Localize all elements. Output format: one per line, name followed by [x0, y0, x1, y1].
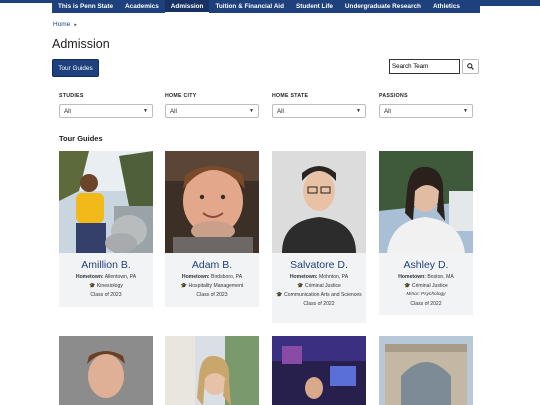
studies-select[interactable]: All ▼ — [59, 104, 153, 118]
graduation-cap-icon: 🎓 — [276, 292, 283, 298]
guide-class-year: Class of 2022 — [303, 301, 335, 307]
search-input[interactable] — [389, 59, 460, 74]
graduation-cap-icon: 🎓 — [180, 283, 188, 289]
guide-class-year: Class of 2023 — [90, 292, 122, 298]
guide-name: Adam B. — [191, 259, 233, 271]
guide-hometown: Hometown: Birdsboro, PA — [165, 274, 259, 280]
nav-item-tuition[interactable]: Tuition & Financial Aid — [209, 0, 290, 13]
guide-photo[interactable] — [59, 336, 153, 405]
hometown-value: Boston, MA — [427, 274, 454, 280]
main-navigation: This is Penn State Academics Admission T… — [52, 0, 480, 13]
select-value: All — [170, 107, 177, 115]
search-button[interactable] — [462, 59, 479, 74]
hometown-label: Hometown: — [181, 274, 210, 280]
guide-major: 🎓 Kinesiology — [59, 283, 153, 289]
filter-label: PASSIONS — [379, 93, 408, 99]
guide-second-major: 🎓 Communication Arts and Sciences — [272, 292, 366, 298]
guide-class-year: Class of 2023 — [196, 292, 228, 298]
home-state-select[interactable]: All ▼ — [272, 104, 366, 118]
chevron-down-icon: ▼ — [356, 108, 361, 114]
chevron-down-icon: ▼ — [143, 108, 148, 114]
guide-photo — [379, 151, 473, 253]
breadcrumb-separator: ▸ — [74, 21, 77, 28]
select-value: All — [277, 107, 284, 115]
filter-label: HOME CITY — [165, 93, 197, 99]
graduation-cap-icon: 🎓 — [404, 283, 411, 289]
guide-photo — [272, 151, 366, 253]
nav-item-academics[interactable]: Academics — [119, 0, 165, 13]
guide-name: Amillion B. — [81, 259, 131, 271]
hometown-label: Hometown: — [75, 274, 104, 280]
chevron-down-icon: ▼ — [463, 108, 468, 114]
guide-major: 🎓 Criminal Justice — [272, 283, 366, 289]
guide-photo[interactable] — [165, 336, 259, 405]
filter-studies: STUDIES All ▼ — [59, 93, 153, 118]
guide-hometown: Hometown: Mohnton, PA — [272, 274, 366, 280]
filter-label: STUDIES — [59, 93, 84, 99]
guide-card[interactable]: Amillion B. Hometown: Allentown, PA 🎓 Ki… — [59, 151, 153, 307]
guide-photo[interactable] — [272, 336, 366, 405]
guide-photo — [59, 151, 153, 253]
graduation-cap-icon: 🎓 — [89, 283, 96, 289]
nav-item-admission[interactable]: Admission — [164, 0, 210, 13]
guide-minor: Minor: Psychology — [406, 292, 446, 297]
hometown-label: Hometown: — [289, 274, 318, 280]
guide-name: Ashley D. — [403, 259, 449, 271]
nav-item-undergraduate-research[interactable]: Undergraduate Research — [339, 0, 427, 13]
guide-hometown: Hometown: Allentown, PA — [59, 274, 153, 280]
chevron-down-icon: ▼ — [249, 108, 254, 114]
guide-hometown: Hometown: Boston, MA — [379, 274, 473, 280]
breadcrumb: Home ▸ — [53, 21, 77, 28]
guide-card[interactable]: Ashley D. Hometown: Boston, MA 🎓 Crimina… — [379, 151, 473, 315]
graduation-cap-icon: 🎓 — [297, 283, 304, 289]
guide-card[interactable]: Adam B. Hometown: Birdsboro, PA 🎓 Hospit… — [165, 151, 259, 307]
section-title: Tour Guides — [59, 134, 103, 143]
tour-guides-button[interactable]: Tour Guides — [52, 59, 99, 77]
nav-item-athletics[interactable]: Athletics — [427, 0, 466, 13]
select-value: All — [64, 107, 71, 115]
major-value: Kinesiology — [96, 283, 123, 289]
filter-home-state: HOME STATE All ▼ — [272, 93, 366, 118]
guide-major: 🎓 Criminal Justice — [379, 283, 473, 289]
filter-passions: PASSIONS All ▼ — [379, 93, 473, 118]
nav-item-student-life[interactable]: Student Life — [290, 0, 339, 13]
home-city-select[interactable]: All ▼ — [165, 104, 259, 118]
nav-item-this-is-penn-state[interactable]: This is Penn State — [52, 0, 119, 13]
major-value: Criminal Justice — [304, 283, 341, 289]
top-accent-left — [0, 0, 52, 3]
hometown-value: Birdsboro, PA — [211, 274, 243, 280]
filter-home-city: HOME CITY All ▼ — [165, 93, 259, 118]
hometown-value: Allentown, PA — [104, 274, 137, 280]
hometown-label: Hometown: — [398, 274, 426, 280]
guide-name: Salvatore D. — [290, 259, 348, 271]
page-title: Admission — [52, 37, 110, 51]
guide-major: 🎓 Hospitality Management — [165, 283, 259, 289]
second-major-value: Communication Arts and Sciences — [284, 292, 362, 298]
hometown-value: Mohnton, PA — [319, 274, 349, 280]
guide-class-year: Class of 2022 — [410, 301, 442, 307]
search-icon — [467, 63, 474, 70]
breadcrumb-home-link[interactable]: Home — [53, 21, 70, 28]
guide-photo — [165, 151, 259, 253]
select-value: All — [384, 107, 391, 115]
guide-photo[interactable] — [379, 336, 473, 405]
filter-label: HOME STATE — [272, 93, 309, 99]
major-value: Criminal Justice — [411, 283, 448, 289]
major-value: Hospitality Management — [188, 283, 244, 289]
top-accent-right — [480, 0, 540, 6]
passions-select[interactable]: All ▼ — [379, 104, 473, 118]
guide-card[interactable]: Salvatore D. Hometown: Mohnton, PA 🎓 Cri… — [272, 151, 366, 323]
